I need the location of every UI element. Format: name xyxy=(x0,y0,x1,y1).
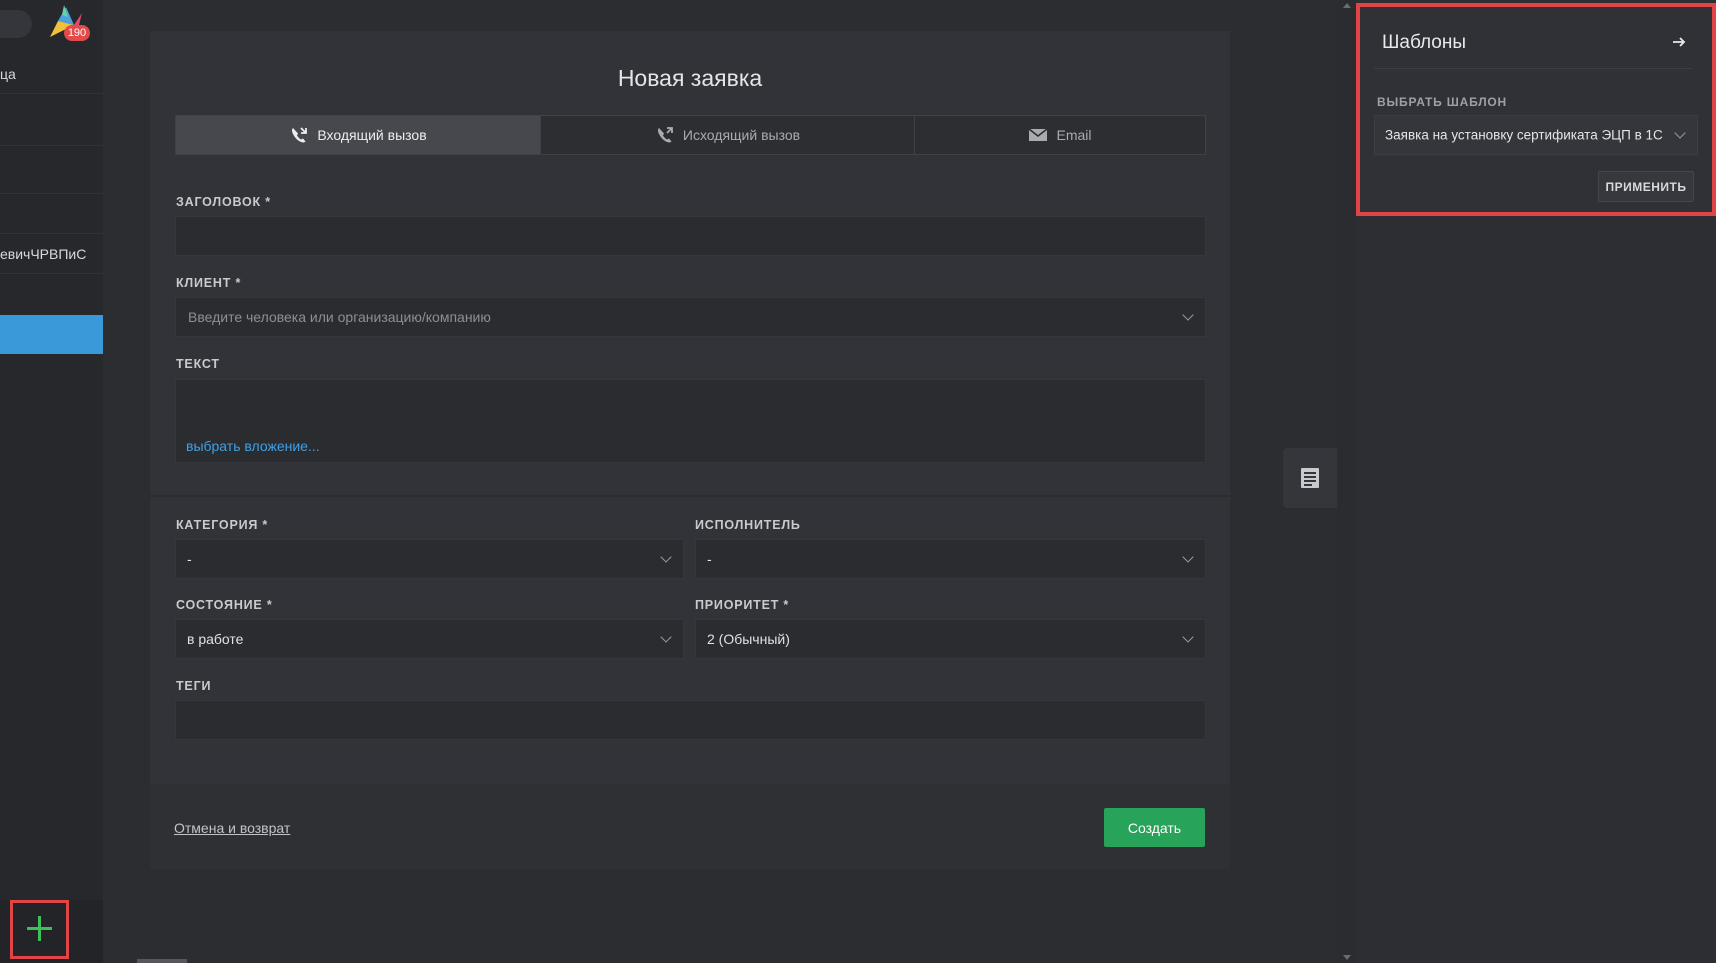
tab-incoming-call[interactable]: Входящий вызов xyxy=(176,116,541,154)
sidebar-item-label: евичЧРВПиС xyxy=(0,245,87,262)
priority-field-label: ПРИОРИТЕТ * xyxy=(695,598,790,612)
title-input[interactable] xyxy=(175,216,1206,256)
sidebar-item-active[interactable] xyxy=(0,315,103,354)
state-select[interactable]: в работе xyxy=(175,619,684,659)
new-ticket-form: Новая заявка Входящий вызов Исходящий вы… xyxy=(150,31,1230,869)
category-value: - xyxy=(187,551,192,567)
client-field-label: КЛИЕНТ * xyxy=(176,276,242,290)
title-field-label: ЗАГОЛОВОК * xyxy=(176,195,271,209)
page-title: Новая заявка xyxy=(617,65,763,91)
priority-value: 2 (Обычный) xyxy=(707,631,790,647)
incoming-call-icon xyxy=(292,127,308,143)
call-type-tabs: Входящий вызов Исходящий вызов Email xyxy=(175,115,1206,155)
templates-title: Шаблоны xyxy=(1382,32,1467,53)
sidebar-item-2[interactable] xyxy=(0,94,103,146)
add-new-button[interactable] xyxy=(10,900,69,959)
tab-label: Email xyxy=(1056,127,1092,143)
sidebar-search-pill[interactable] xyxy=(0,10,32,38)
template-selected-value: Заявка на установку сертификата ЭЦП в 1С xyxy=(1385,127,1663,143)
sidebar-item-label: ца xyxy=(0,65,16,82)
sidebar: 190 ца евичЧРВПиС xyxy=(0,0,103,963)
assignee-field-label: ИСПОЛНИТЕЛЬ xyxy=(695,518,801,532)
chevron-down-icon xyxy=(1183,311,1193,321)
chevron-down-icon xyxy=(1675,129,1685,139)
templates-panel: Шаблоны ВЫБРАТЬ ШАБЛОН Заявка на установ… xyxy=(1356,3,1716,216)
arrow-right-icon[interactable] xyxy=(1672,35,1686,49)
chevron-down-icon xyxy=(661,553,671,563)
notification-badge: 190 xyxy=(64,25,90,41)
tags-input[interactable] xyxy=(175,700,1206,740)
text-field-label: ТЕКСТ xyxy=(176,357,220,371)
category-field-label: КАТЕГОРИЯ * xyxy=(176,518,269,532)
scroll-up-icon[interactable] xyxy=(1343,3,1351,8)
apply-template-button[interactable]: ПРИМЕНИТЬ xyxy=(1598,171,1694,202)
outgoing-call-icon xyxy=(657,127,673,143)
template-select[interactable]: Заявка на установку сертификата ЭЦП в 1С xyxy=(1374,115,1698,155)
form-footer: Отмена и возврат Создать xyxy=(150,784,1230,869)
chevron-down-icon xyxy=(1183,633,1193,643)
chevron-down-icon xyxy=(1183,553,1193,563)
scroll-down-icon[interactable] xyxy=(1343,955,1351,960)
client-placeholder: Введите человека или организацию/компани… xyxy=(188,309,491,325)
sidebar-item-5[interactable]: евичЧРВПиС xyxy=(0,234,103,274)
plus-icon xyxy=(25,914,54,943)
assignee-value: - xyxy=(707,551,712,567)
vertical-scrollbar[interactable] xyxy=(1338,0,1356,963)
cancel-link[interactable]: Отмена и возврат xyxy=(174,820,290,836)
state-value: в работе xyxy=(187,631,244,647)
document-icon xyxy=(1301,468,1319,488)
tab-label: Входящий вызов xyxy=(317,127,427,143)
state-field-label: СОСТОЯНИЕ * xyxy=(176,598,273,612)
select-template-label: ВЫБРАТЬ ШАБЛОН xyxy=(1377,95,1508,109)
sidebar-item-3[interactable] xyxy=(0,146,103,194)
section-divider xyxy=(150,495,1230,497)
create-button[interactable]: Создать xyxy=(1104,808,1205,847)
mail-icon xyxy=(1028,128,1048,141)
text-area[interactable]: выбрать вложение... xyxy=(175,379,1206,463)
sidebar-item-1[interactable]: ца xyxy=(0,54,103,94)
client-select[interactable]: Введите человека или организацию/компани… xyxy=(175,297,1206,337)
tab-email[interactable]: Email xyxy=(915,116,1205,154)
sidebar-item-4[interactable] xyxy=(0,194,103,234)
assignee-select[interactable]: - xyxy=(695,539,1206,579)
tab-outgoing-call[interactable]: Исходящий вызов xyxy=(541,116,915,154)
category-select[interactable]: - xyxy=(175,539,684,579)
horizontal-scrollbar[interactable] xyxy=(137,959,187,963)
tab-label: Исходящий вызов xyxy=(682,127,801,143)
tags-field-label: ТЕГИ xyxy=(176,679,212,693)
attachment-link[interactable]: выбрать вложение... xyxy=(186,438,320,454)
chevron-down-icon xyxy=(661,633,671,643)
priority-select[interactable]: 2 (Обычный) xyxy=(695,619,1206,659)
templates-divider xyxy=(1374,68,1692,69)
templates-toggle-button[interactable] xyxy=(1283,448,1337,508)
